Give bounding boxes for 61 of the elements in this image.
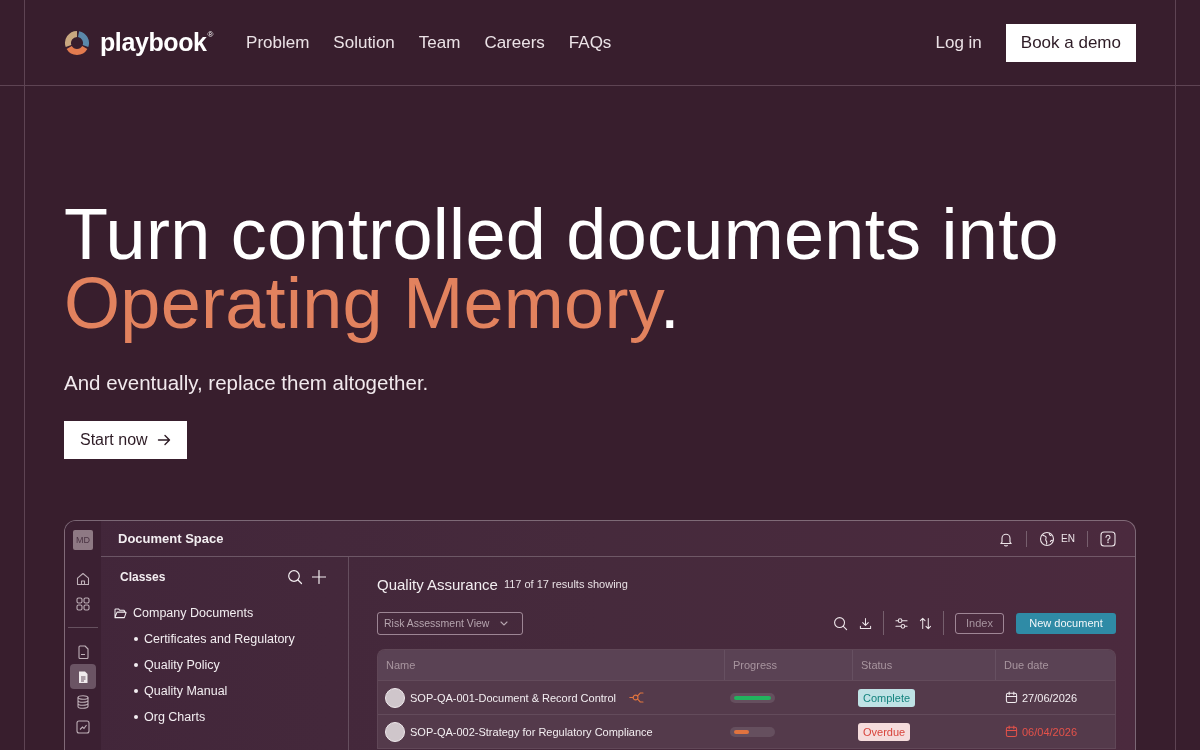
calendar-icon (1005, 691, 1018, 704)
avatar-placeholder (385, 721, 405, 742)
results-count: 117 of 17 results showing (503, 578, 628, 590)
language-button[interactable]: EN (1039, 530, 1075, 547)
bullet-icon (134, 637, 138, 641)
download-icon[interactable] (859, 616, 872, 630)
arrow-right-icon (156, 433, 171, 447)
view-dropdown[interactable]: Risk Assessment View (377, 611, 523, 635)
document-name[interactable]: SOP-QA-001-Document & Record Control (410, 691, 617, 704)
section-title: Quality Assurance (377, 575, 498, 593)
book-demo-button[interactable]: Book a demo (1005, 23, 1136, 62)
column-header: Due date (995, 650, 1115, 680)
index-button[interactable]: Index (955, 612, 1004, 634)
open-folder-icon[interactable] (114, 607, 127, 619)
bullet-icon (134, 689, 138, 693)
column-header: Name (385, 658, 417, 673)
avatar-placeholder (385, 687, 405, 708)
login-link[interactable]: Log in (935, 32, 982, 53)
brand-name[interactable]: playbook$^{®}$ (100, 30, 214, 55)
bullet-icon (134, 663, 138, 667)
column-header: Status (852, 650, 995, 680)
search-icon[interactable] (287, 569, 303, 585)
database-icon (75, 693, 91, 710)
tree-item[interactable]: Org Charts (144, 710, 206, 724)
due-date: 06/04/2026 (1022, 725, 1078, 738)
sort-icon[interactable] (919, 616, 932, 630)
chart-icon (75, 718, 91, 735)
document-icon (75, 643, 91, 660)
column-header: Progress (724, 650, 852, 680)
document-name[interactable]: SOP-QA-002-Strategy for Regulatory Compliance (410, 725, 653, 738)
start-now-button[interactable]: Start now (64, 421, 187, 459)
sliders-icon[interactable] (895, 616, 908, 630)
globe-icon (1039, 530, 1056, 547)
plus-icon[interactable] (312, 570, 326, 584)
panel-title: Classes (120, 570, 166, 584)
new-document-button[interactable]: New document (1016, 612, 1116, 634)
tree-item[interactable]: Company Documents (133, 606, 254, 620)
nav-link[interactable]: Team (418, 32, 461, 53)
status-badge: Overdue (858, 722, 911, 741)
branch-icon[interactable] (629, 691, 645, 704)
nav-link[interactable]: FAQs (568, 32, 612, 53)
bullet-icon (134, 715, 138, 719)
logo-icon[interactable] (64, 29, 90, 56)
grid-icon (75, 595, 91, 612)
nav-link[interactable]: Careers (484, 32, 545, 53)
caret-down-icon (500, 620, 508, 626)
calendar-icon (1005, 725, 1018, 738)
tree-item[interactable]: Quality Manual (144, 684, 228, 698)
tree-item[interactable]: Quality Policy (144, 658, 220, 672)
nav-link[interactable]: Solution (333, 32, 395, 53)
rail-button[interactable] (70, 664, 96, 689)
hero-headline: Turn controlled documents into Operating Memory. (64, 193, 1060, 345)
help-icon[interactable] (1100, 530, 1116, 547)
tree-item[interactable]: Certificates and Regulatory (144, 632, 295, 646)
search-icon[interactable] (833, 615, 848, 631)
home-icon (75, 570, 91, 587)
nav-link[interactable]: Problem (246, 32, 310, 53)
status-badge: Complete (858, 688, 916, 707)
hero-subtitle: And eventually, replace them altogether. (64, 370, 430, 396)
due-date: 27/06/2026 (1022, 691, 1078, 704)
workspace-title: Document Space (118, 531, 224, 546)
